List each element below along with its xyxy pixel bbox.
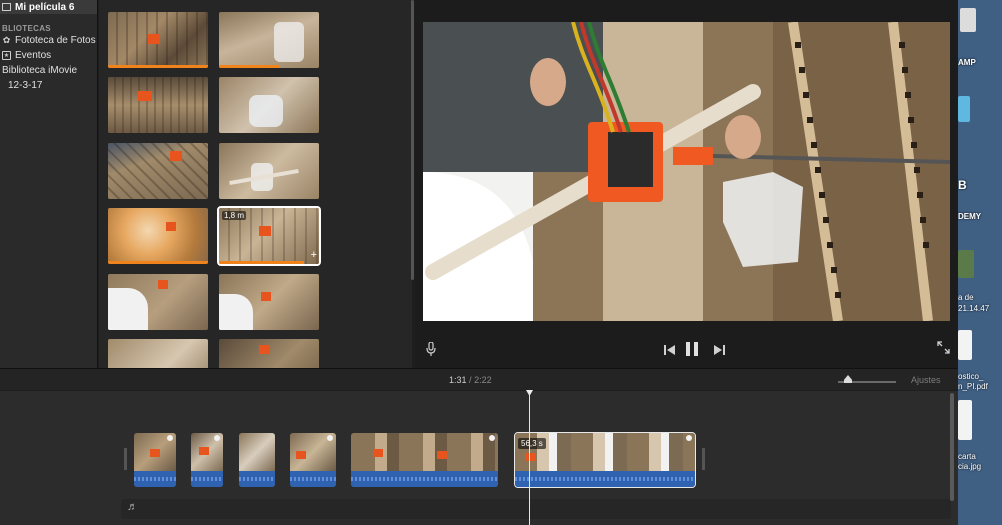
clip-thumbnail[interactable]: [108, 274, 208, 330]
clip-thumbnail-selected[interactable]: 1,8 m +: [217, 206, 321, 266]
timeline-clip[interactable]: [239, 433, 275, 487]
desktop-background: AMP B DEMY a de 21.14.47 ostico_ n_PI.pd…: [958, 0, 1002, 525]
microphone-icon[interactable]: [426, 341, 436, 356]
pause-icon[interactable]: [686, 342, 698, 359]
desktop-file-icon[interactable]: [960, 8, 976, 32]
current-time: 1:31: [449, 375, 467, 385]
timeline-clip[interactable]: [351, 433, 498, 487]
desktop-label: n_PI.pdf: [958, 382, 988, 391]
desktop-label: 21.14.47: [958, 304, 990, 313]
project-title-row[interactable]: Mi película 6: [0, 0, 97, 14]
sidebar-item-events[interactable]: ★ Eventos: [0, 48, 97, 63]
imovie-window: Mi película 6 BLIOTECAS ✿ Fototeca de Fo…: [0, 0, 1002, 525]
skip-forward-icon[interactable]: [714, 343, 725, 358]
timeline-clip[interactable]: [134, 433, 176, 487]
desktop-label: a de: [958, 293, 974, 302]
sidebar-item-label: Biblioteca iMovie: [2, 65, 78, 76]
add-clip-icon[interactable]: +: [311, 250, 317, 261]
project-title: Mi película 6: [15, 1, 75, 13]
media-browser: 1,8 m +: [99, 0, 412, 368]
playhead-handle[interactable]: [526, 390, 533, 396]
desktop-jpg-icon[interactable]: [958, 400, 972, 440]
film-icon: [2, 3, 11, 11]
clip-thumbnail[interactable]: [219, 77, 319, 133]
zoom-slider-knob[interactable]: [844, 375, 852, 383]
timeline-clip[interactable]: [290, 433, 336, 487]
desktop-label: AMP: [958, 58, 976, 67]
desktop-image-icon[interactable]: [958, 250, 974, 278]
desktop-app-icon[interactable]: [958, 96, 970, 122]
desktop-label: ostico_: [958, 372, 984, 381]
timeline-header: 1:31 / 2:22 Ajustes: [0, 368, 958, 390]
timeline-edge: [702, 448, 705, 470]
clip-thumbnail[interactable]: [219, 143, 319, 199]
music-note-icon: ♬: [127, 501, 138, 513]
clip-thumbnail[interactable]: [108, 143, 208, 199]
skip-back-icon[interactable]: [664, 343, 675, 358]
library-sidebar: Mi película 6 BLIOTECAS ✿ Fototeca de Fo…: [0, 0, 98, 368]
clip-duration-label: 56,3 s: [518, 438, 546, 449]
desktop-label: carta: [958, 452, 976, 461]
clip-thumbnail[interactable]: [108, 339, 208, 368]
desktop-label: DEMY: [958, 212, 982, 221]
sidebar-item-photos-library[interactable]: ✿ Fototeca de Fotos: [0, 33, 97, 48]
desktop-pdf-icon[interactable]: [958, 330, 972, 360]
sidebar-item-label: Fototeca de Fotos: [15, 35, 96, 46]
video-viewer: [415, 0, 958, 368]
sidebar-item-imovie-library[interactable]: Biblioteca iMovie: [0, 63, 97, 78]
clip-thumbnail[interactable]: [219, 274, 319, 330]
playback-controls: [415, 338, 958, 364]
clip-thumbnail[interactable]: [108, 12, 208, 68]
timeline-scrollbar[interactable]: [950, 393, 954, 501]
desktop-label: B: [958, 178, 967, 192]
clip-thumbnail[interactable]: [219, 12, 319, 68]
music-lane[interactable]: ♬: [121, 499, 951, 519]
timeline: 56,3 s ♬: [0, 390, 958, 525]
clip-thumbnail[interactable]: [108, 77, 208, 133]
sidebar-item-event-date[interactable]: 12-3-17: [0, 78, 97, 93]
sidebar-item-label: 12-3-17: [8, 80, 43, 91]
libraries-section-title: BLIOTECAS: [2, 24, 51, 33]
fullscreen-icon[interactable]: [937, 341, 950, 357]
playhead[interactable]: [529, 391, 530, 525]
timeline-clip[interactable]: [191, 433, 223, 487]
video-preview-frame[interactable]: [423, 22, 950, 321]
desktop-label: cia.jpg: [958, 462, 982, 471]
clip-thumbnail[interactable]: [108, 208, 208, 264]
timecode: 1:31 / 2:22: [449, 375, 492, 385]
video-frame-image: [423, 22, 950, 321]
browser-scrollbar[interactable]: [411, 0, 414, 280]
star-events-icon: ★: [2, 51, 11, 60]
adjust-button[interactable]: Ajustes: [911, 375, 941, 385]
clip-duration-badge: 1,8 m: [222, 211, 247, 220]
clip-thumbnail[interactable]: [219, 339, 319, 368]
total-time: 2:22: [474, 375, 492, 385]
timeline-edge: [124, 448, 127, 470]
sidebar-item-label: Eventos: [15, 50, 52, 61]
photos-library-icon: ✿: [2, 35, 11, 45]
time-separator: /: [469, 375, 472, 385]
